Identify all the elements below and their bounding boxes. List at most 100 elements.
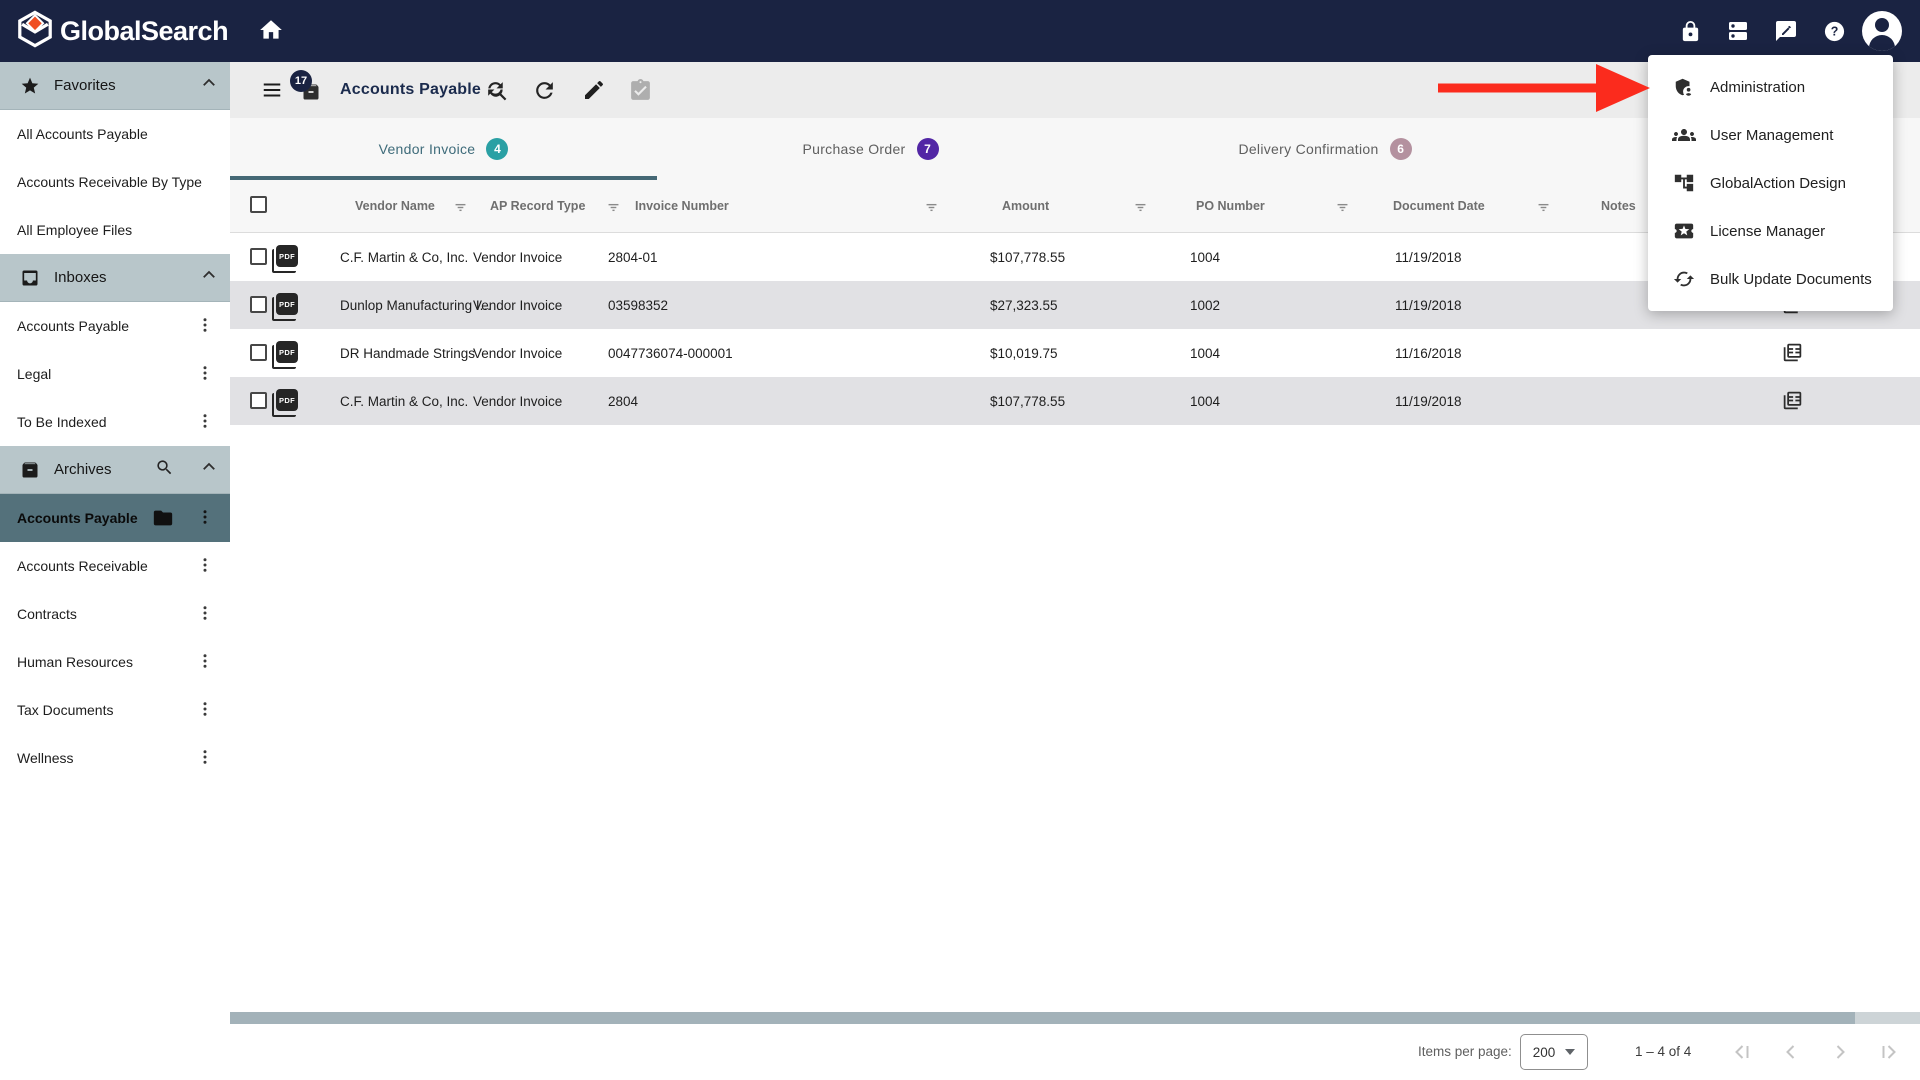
menu-item-label: Administration [1710, 79, 1805, 96]
horizontal-scrollbar-thumb[interactable] [230, 1012, 1855, 1024]
filter-icon[interactable] [1535, 199, 1552, 221]
pagination-bar: Items per page: 200 1 – 4 of 4 [230, 1024, 1920, 1080]
filter-icon[interactable] [1132, 199, 1149, 221]
feedback-chat-icon[interactable] [1762, 7, 1810, 55]
filter-icon[interactable] [605, 199, 622, 221]
menu-item-bulk-update-documents[interactable]: Bulk Update Documents [1648, 255, 1893, 303]
dropdown-caret-icon [1565, 1049, 1575, 1055]
more-options-icon[interactable] [196, 604, 214, 625]
chevron-up-icon[interactable] [200, 458, 218, 481]
more-options-icon[interactable] [196, 508, 214, 529]
cell-date: 11/19/2018 [1395, 394, 1462, 409]
inbox-count-badge[interactable]: 17 [290, 70, 330, 112]
tab-purchase-order[interactable]: Purchase Order 7 [657, 118, 1084, 180]
table-row[interactable]: PDF DR Handmade Strings Vendor Invoice 0… [230, 329, 1920, 377]
item-label: Tax Documents [17, 702, 113, 718]
row-checkbox[interactable] [250, 344, 267, 361]
menu-item-label: License Manager [1710, 223, 1825, 240]
menu-hamburger-icon[interactable] [260, 79, 284, 106]
row-checkbox[interactable] [250, 392, 267, 409]
app-logo: GlobalSearch [16, 10, 228, 53]
section-label: Favorites [54, 77, 116, 94]
tab-count-badge: 7 [917, 138, 939, 160]
col-document-date: Document Date [1393, 199, 1485, 213]
refresh-icon[interactable] [532, 78, 558, 104]
more-options-icon[interactable] [196, 412, 214, 433]
cell-po: 1004 [1190, 250, 1220, 265]
sidebar-item-accounts-receivable-by-type[interactable]: Accounts Receivable By Type [0, 158, 230, 206]
lock-icon[interactable] [1666, 7, 1714, 55]
row-checkbox[interactable] [250, 296, 267, 313]
more-options-icon[interactable] [196, 700, 214, 721]
first-page-button[interactable] [1730, 1040, 1754, 1064]
more-options-icon[interactable] [196, 364, 214, 385]
previous-page-button[interactable] [1779, 1040, 1803, 1064]
sidebar-archive-accounts-receivable[interactable]: Accounts Receivable [0, 542, 230, 590]
col-notes: Notes [1601, 199, 1636, 213]
cell-type: Vendor Invoice [473, 394, 562, 409]
sidebar-archive-wellness[interactable]: Wellness [0, 734, 230, 782]
related-documents-icon[interactable] [1782, 342, 1803, 368]
sidebar-item-all-accounts-payable[interactable]: All Accounts Payable [0, 110, 230, 158]
filter-icon[interactable] [1334, 199, 1351, 221]
sidebar-inbox-legal[interactable]: Legal [0, 350, 230, 398]
item-label: All Accounts Payable [17, 126, 148, 142]
dns-servers-icon[interactable] [1714, 7, 1762, 55]
item-label: Accounts Payable [17, 318, 129, 334]
help-icon[interactable]: ? [1810, 7, 1858, 55]
col-vendor-name: Vendor Name [355, 199, 435, 213]
user-avatar[interactable] [1862, 11, 1902, 51]
admin-shield-icon [1672, 75, 1696, 99]
rerun-search-icon[interactable] [484, 78, 510, 104]
search-icon[interactable] [155, 458, 174, 482]
sidebar-inbox-to-be-indexed[interactable]: To Be Indexed [0, 398, 230, 446]
sidebar-section-inboxes[interactable]: Inboxes [0, 254, 230, 302]
menu-item-label: User Management [1710, 127, 1833, 144]
filter-icon[interactable] [452, 199, 469, 221]
sidebar-archive-tax-documents[interactable]: Tax Documents [0, 686, 230, 734]
chevron-up-icon[interactable] [200, 266, 218, 289]
section-label: Archives [54, 461, 112, 478]
table-row[interactable]: PDF C.F. Martin & Co, Inc. Vendor Invoic… [230, 377, 1920, 425]
sidebar-archive-contracts[interactable]: Contracts [0, 590, 230, 638]
pdf-label: PDF [279, 396, 295, 405]
folder-icon [152, 507, 174, 529]
sidebar-inbox-accounts-payable[interactable]: Accounts Payable [0, 302, 230, 350]
item-label: Legal [17, 366, 51, 382]
workflow-tree-icon [1672, 171, 1696, 195]
menu-item-user-management[interactable]: User Management [1648, 111, 1893, 159]
sidebar-archive-human-resources[interactable]: Human Resources [0, 638, 230, 686]
section-label: Inboxes [54, 269, 107, 286]
menu-item-license-manager[interactable]: License Manager [1648, 207, 1893, 255]
filter-icon[interactable] [923, 199, 940, 221]
more-options-icon[interactable] [196, 316, 214, 337]
more-options-icon[interactable] [196, 652, 214, 673]
horizontal-scrollbar-track[interactable] [230, 1012, 1920, 1024]
cell-amount: $107,778.55 [990, 250, 1065, 265]
menu-item-globalaction-design[interactable]: GlobalAction Design [1648, 159, 1893, 207]
row-checkbox[interactable] [250, 248, 267, 265]
globalsearch-logo-icon [16, 10, 54, 53]
sidebar-section-favorites[interactable]: Favorites [0, 62, 230, 110]
cell-invoice: 2804-01 [608, 250, 658, 265]
tab-vendor-invoice[interactable]: Vendor Invoice 4 [230, 118, 657, 180]
edit-pencil-icon[interactable] [582, 78, 608, 104]
select-all-checkbox[interactable] [250, 196, 267, 213]
home-icon[interactable] [258, 17, 286, 45]
more-options-icon[interactable] [196, 748, 214, 769]
cell-amount: $107,778.55 [990, 394, 1065, 409]
pdf-document-icon: PDF [276, 341, 298, 363]
pdf-document-icon: PDF [276, 293, 298, 315]
tab-delivery-confirmation[interactable]: Delivery Confirmation 6 [1084, 118, 1566, 180]
sidebar-section-archives[interactable]: Archives [0, 446, 230, 494]
sidebar-archive-accounts-payable[interactable]: Accounts Payable [0, 494, 230, 542]
sidebar-item-all-employee-files[interactable]: All Employee Files [0, 206, 230, 254]
menu-item-administration[interactable]: Administration [1648, 63, 1893, 111]
cell-date: 11/19/2018 [1395, 250, 1462, 265]
related-documents-icon[interactable] [1782, 390, 1803, 416]
chevron-up-icon[interactable] [200, 74, 218, 97]
next-page-button[interactable] [1828, 1040, 1852, 1064]
more-options-icon[interactable] [196, 556, 214, 577]
items-per-page-select[interactable]: 200 [1520, 1034, 1588, 1070]
last-page-button[interactable] [1877, 1040, 1901, 1064]
